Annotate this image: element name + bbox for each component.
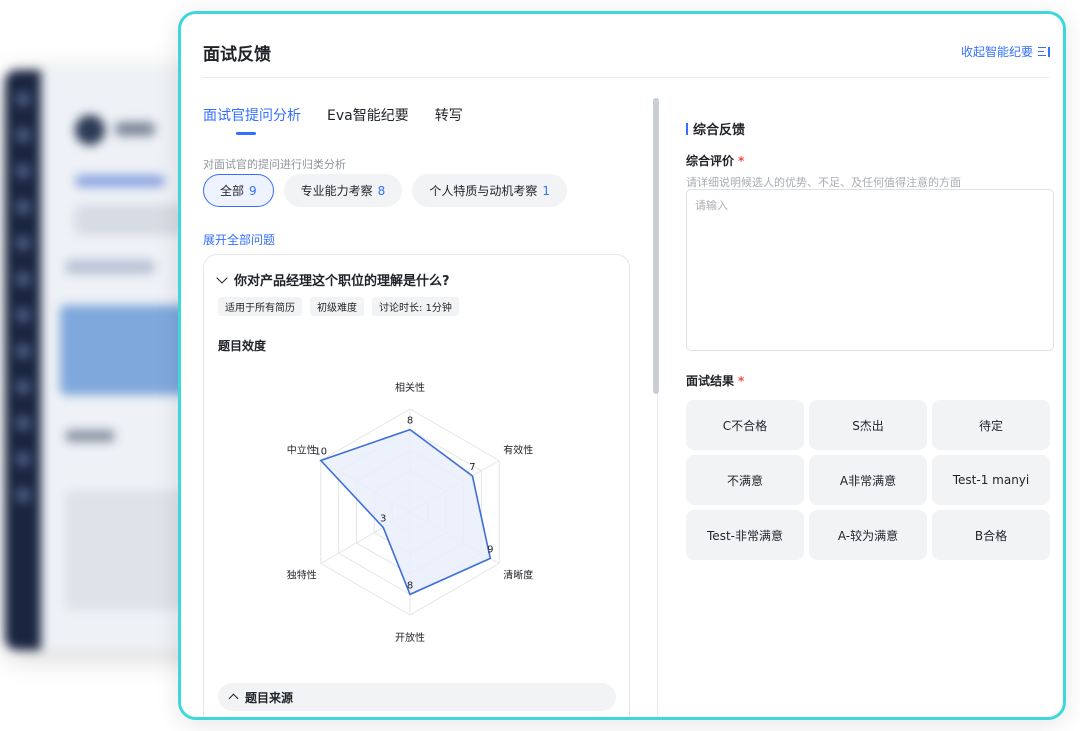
chevron-up-icon xyxy=(228,693,239,704)
section-accent-bar xyxy=(686,122,688,135)
section-title-text: 综合反馈 xyxy=(693,123,746,138)
question-tag: 初级难度 xyxy=(310,297,364,316)
filter-professional-ability[interactable]: 专业能力考察 8 xyxy=(283,174,403,207)
filter-label: 专业能力考察 xyxy=(300,184,373,198)
radar-axis-label: 清晰度 xyxy=(503,569,533,582)
result-option[interactable]: 待定 xyxy=(932,400,1050,450)
background-nav-rail xyxy=(5,70,41,650)
filter-personal-traits[interactable]: 个人特质与动机考察 1 xyxy=(412,174,567,207)
radar-value-label: 8 xyxy=(407,580,413,591)
collapse-right-icon xyxy=(1038,46,1050,57)
radar-axis-label: 有效性 xyxy=(503,444,533,457)
required-marker: * xyxy=(738,374,745,388)
result-option[interactable]: A非常满意 xyxy=(809,455,927,505)
interview-result-label: 面试结果 * xyxy=(686,372,744,389)
filter-label: 全部 xyxy=(220,184,245,198)
question-tag: 讨论时长: 1分钟 xyxy=(372,297,459,316)
radar-value-label: 8 xyxy=(407,416,413,427)
question-analysis-column: 面试官提问分析 Eva智能纪要 转写 对面试官的提问进行归类分析 全部 9 专业… xyxy=(203,78,630,717)
field-label-text: 综合评价 xyxy=(686,154,735,168)
question-source-label: 题目来源 xyxy=(245,690,294,705)
panel-title: 面试反馈 xyxy=(203,45,271,65)
question-filters: 全部 9 专业能力考察 8 个人特质与动机考察 1 xyxy=(203,174,567,207)
filter-label: 个人特质与动机考察 xyxy=(429,184,538,198)
interview-feedback-panel: 面试反馈 收起智能纪要 面试官提问分析 Eva智能纪要 转写 对面试官的提问进行… xyxy=(178,11,1066,720)
radar-axis-label: 开放性 xyxy=(395,631,425,644)
result-option[interactable]: A-较为满意 xyxy=(809,510,927,560)
tab-eva-minutes[interactable]: Eva智能纪要 xyxy=(327,105,409,135)
interview-result-options: C不合格 S杰出 待定 不满意 A非常满意 Test-1 manyi Test-… xyxy=(686,400,1050,560)
question-source-toggle[interactable]: 题目来源 xyxy=(218,683,616,711)
overall-evaluation-input[interactable] xyxy=(686,189,1054,351)
filter-all[interactable]: 全部 9 xyxy=(203,174,274,207)
result-option[interactable]: Test-非常满意 xyxy=(686,510,804,560)
radar-axis-label: 中立性 xyxy=(287,444,317,457)
result-option[interactable]: S杰出 xyxy=(809,400,927,450)
analysis-description: 对面试官的提问进行归类分析 xyxy=(203,158,346,171)
expand-all-questions-link[interactable]: 展开全部问题 xyxy=(203,231,275,248)
filter-count: 8 xyxy=(377,183,386,198)
result-option[interactable]: C不合格 xyxy=(686,400,804,450)
filter-count: 9 xyxy=(249,183,257,198)
overall-evaluation-label: 综合评价 * xyxy=(686,152,744,169)
question-tag: 适用于所有简历 xyxy=(218,297,302,316)
question-tags: 适用于所有简历 初级难度 讨论时长: 1分钟 xyxy=(218,297,459,316)
question-effect-title: 题目效度 xyxy=(218,339,267,353)
question-header[interactable]: 你对产品经理这个职位的理解是什么? xyxy=(216,270,450,289)
result-option[interactable]: 不满意 xyxy=(686,455,804,505)
field-label-text: 面试结果 xyxy=(686,374,735,388)
scrollbar-thumb[interactable] xyxy=(653,98,659,394)
radar-axis-label: 独特性 xyxy=(287,569,317,582)
filter-count: 1 xyxy=(542,183,550,198)
feedback-tabs: 面试官提问分析 Eva智能纪要 转写 xyxy=(203,105,463,135)
question-card: 你对产品经理这个职位的理解是什么? 适用于所有简历 初级难度 讨论时长: 1分钟… xyxy=(203,254,630,717)
radar-value-label: 7 xyxy=(469,462,475,473)
overall-feedback-title: 综合反馈 xyxy=(686,119,745,138)
validity-radar-chart: 8798310相关性有效性清晰度开放性独特性中立性 xyxy=(287,381,534,644)
radar-value-label: 9 xyxy=(487,544,493,555)
result-option[interactable]: B合格 xyxy=(932,510,1050,560)
radar-axis-label: 相关性 xyxy=(395,381,425,394)
radar-series-area xyxy=(319,428,492,596)
result-option[interactable]: Test-1 manyi xyxy=(932,455,1050,505)
question-title: 你对产品经理这个职位的理解是什么? xyxy=(234,274,450,289)
chevron-down-icon xyxy=(216,271,228,284)
radar-value-label: 3 xyxy=(380,513,386,524)
collapse-minutes-button[interactable]: 收起智能纪要 xyxy=(960,43,1050,60)
tab-transcript[interactable]: 转写 xyxy=(435,105,463,135)
tab-question-analysis[interactable]: 面试官提问分析 xyxy=(203,105,301,135)
overall-feedback-column: 综合反馈 综合评价* 请详细说明候选人的优势、不足、及任何值得注意的方面 面试结… xyxy=(686,78,1054,717)
collapse-minutes-label: 收起智能纪要 xyxy=(960,45,1033,59)
overall-evaluation-hint: 请详细说明候选人的优势、不足、及任何值得注意的方面 xyxy=(686,176,961,189)
required-marker: * xyxy=(738,154,745,168)
